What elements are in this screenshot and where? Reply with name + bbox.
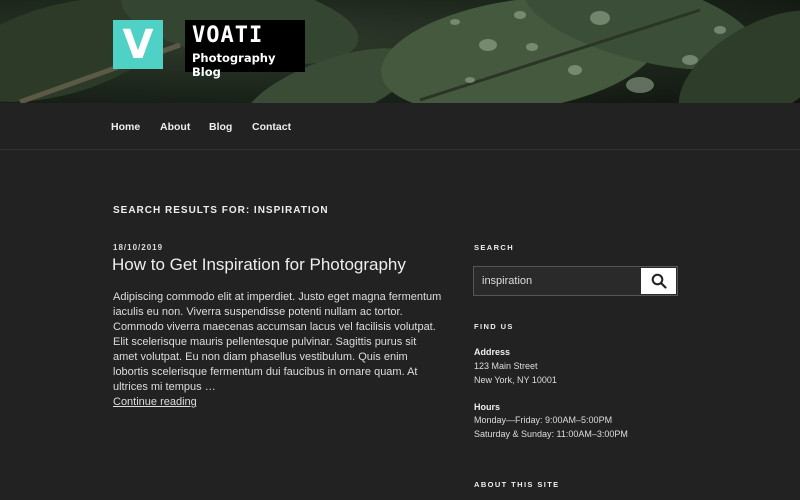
nav-item-blog[interactable]: Blog <box>209 121 232 133</box>
post-date[interactable]: 18/10/2019 <box>113 243 163 252</box>
nav-item-contact[interactable]: Contact <box>252 121 291 133</box>
search-results-heading: SEARCH RESULTS FOR: INSPIRATION <box>113 205 329 216</box>
search-button[interactable] <box>641 268 676 294</box>
address-line-2: New York, NY 10001 <box>474 375 557 385</box>
hours-label: Hours <box>474 402 501 412</box>
address-line-1: 123 Main Street <box>474 361 538 371</box>
address-label: Address <box>474 347 511 357</box>
site-description: Photography Blog <box>192 51 276 79</box>
search-icon <box>651 273 667 289</box>
about-site-widget-title: ABOUT THIS SITE <box>474 480 560 489</box>
search-form <box>473 266 678 296</box>
continue-reading-link[interactable]: Continue reading <box>113 396 197 408</box>
find-us-widget-title: FIND US <box>474 322 514 331</box>
hours-line-2: Saturday & Sunday: 11:00AM–3:00PM <box>474 429 628 439</box>
site-title[interactable]: VOATI <box>192 23 263 48</box>
logo-letter: V <box>122 21 154 68</box>
search-input[interactable] <box>474 267 638 295</box>
nav-item-home[interactable]: Home <box>111 121 140 133</box>
main-navigation: Home About Blog Contact <box>0 103 800 150</box>
hours-line-1: Monday—Friday: 9:00AM–5:00PM <box>474 415 613 425</box>
search-widget-title: SEARCH <box>474 243 515 252</box>
site-header: V VOATI Photography Blog <box>0 0 800 103</box>
site-logo[interactable]: V <box>113 20 163 69</box>
site-title-box[interactable]: VOATI Photography Blog <box>185 20 305 79</box>
nav-item-about[interactable]: About <box>160 121 190 133</box>
post-title[interactable]: How to Get Inspiration for Photography <box>112 255 406 275</box>
post-excerpt: Adipiscing commodo elit at imperdiet. Ju… <box>113 291 442 393</box>
